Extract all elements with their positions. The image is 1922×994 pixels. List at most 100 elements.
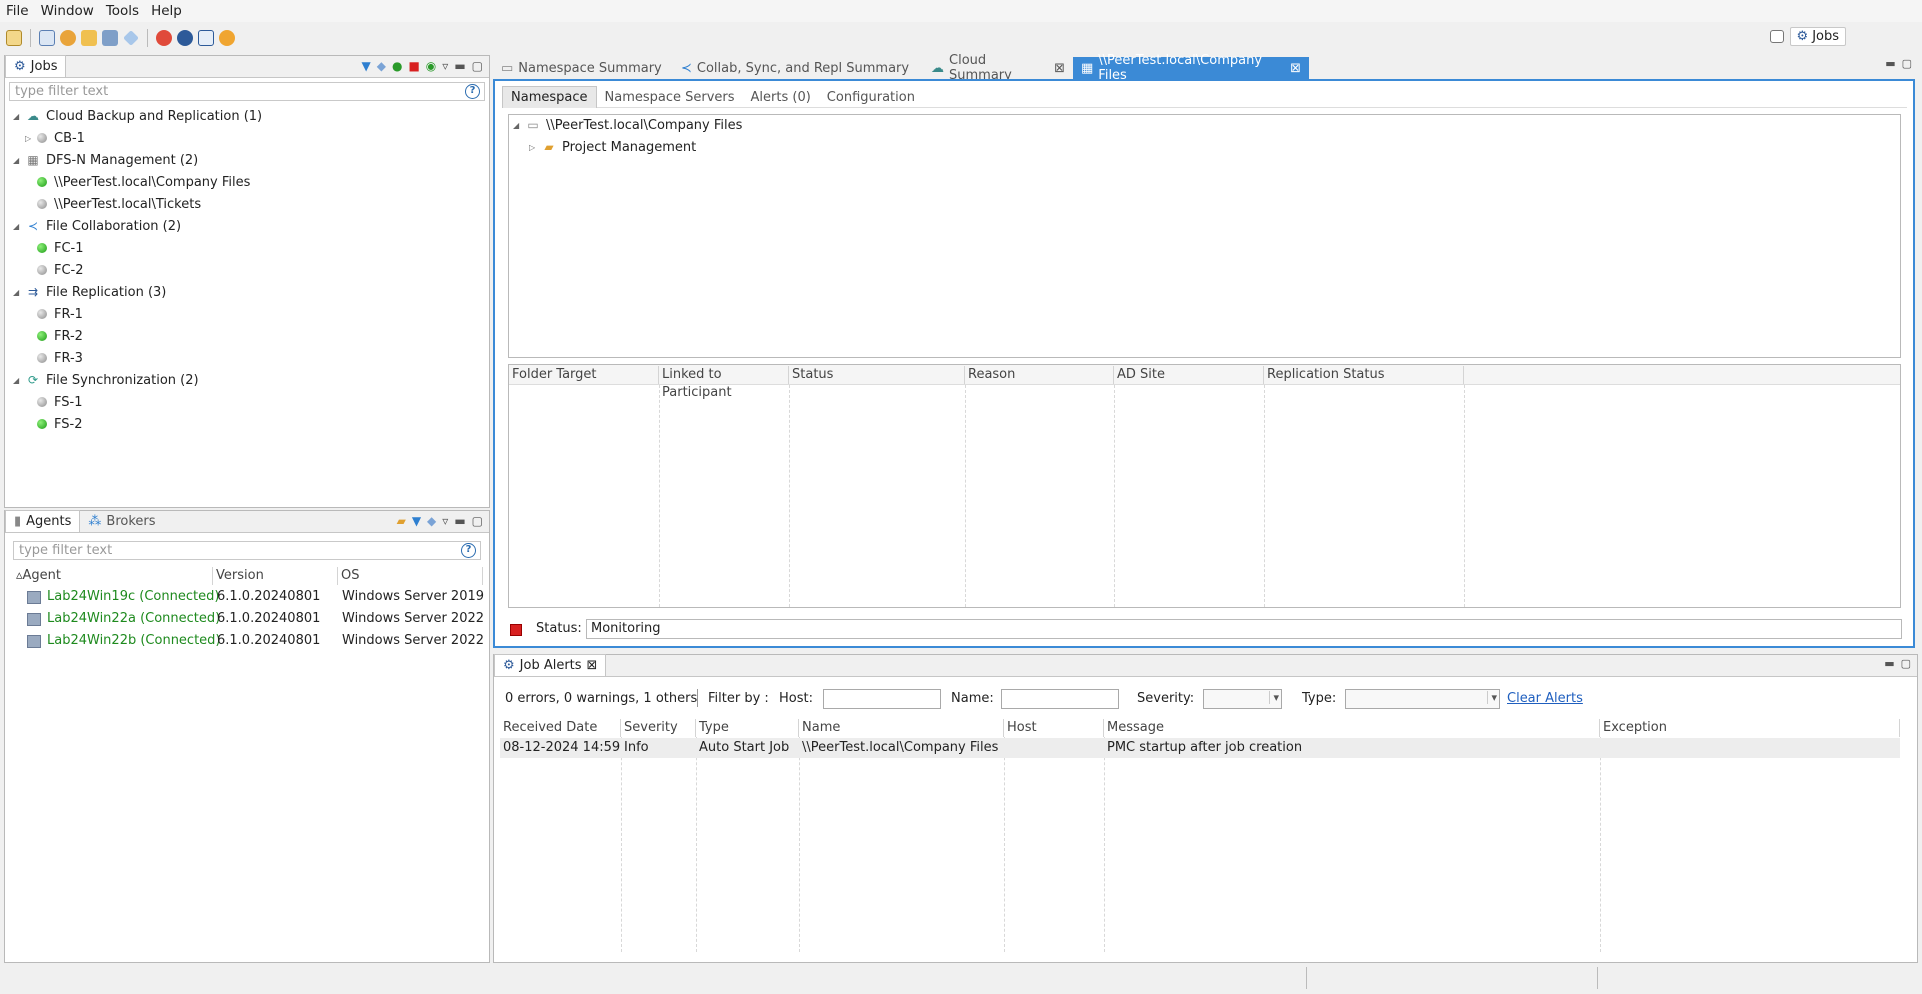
close-icon[interactable]: ⊠	[1290, 61, 1301, 76]
tab-namespace-summary[interactable]: ▭ Namespace Summary	[493, 57, 673, 79]
job-category[interactable]: ◢ ⇉ File Replication (3)	[13, 282, 166, 302]
alerts-col-5[interactable]: Message	[1104, 719, 1600, 737]
start-icon[interactable]: ●	[392, 59, 402, 73]
close-icon[interactable]: ⊠	[587, 658, 598, 673]
auto-start-icon[interactable]: ◉	[426, 59, 436, 73]
agent-name[interactable]: Lab24Win22a (Connected)	[47, 609, 220, 629]
folder-col-1[interactable]: Linked to Participant	[659, 366, 789, 400]
tab-alerts[interactable]: Alerts (0)	[743, 86, 819, 108]
tag-icon[interactable]: ◆	[377, 59, 386, 73]
alerts-col-1[interactable]: Severity	[621, 719, 696, 737]
new-job-icon[interactable]	[6, 30, 22, 46]
job-item[interactable]: FC-2	[25, 260, 84, 280]
col-version[interactable]: Version	[213, 567, 338, 585]
job-item[interactable]: FS-2	[25, 414, 82, 434]
alerts-col-0[interactable]: Received Date	[500, 719, 621, 737]
alerts-col-2[interactable]: Type	[696, 719, 799, 737]
clipboard-icon[interactable]	[198, 30, 214, 46]
col-agent[interactable]: ▵Agent	[13, 567, 213, 585]
job-category[interactable]: ◢ ▦ DFS-N Management (2)	[13, 150, 198, 170]
alert-icon[interactable]	[156, 30, 172, 46]
agent-name[interactable]: Lab24Win19c (Connected)	[47, 587, 219, 607]
folder-col-3[interactable]: Reason	[965, 366, 1114, 384]
jobs-filter-input[interactable]: type filter text?	[9, 82, 485, 101]
collapsed-icon[interactable]: ▷	[25, 134, 33, 143]
view-menu-icon[interactable]: ▿	[442, 59, 448, 73]
menu-help[interactable]: Help	[145, 3, 188, 19]
folder-col-5[interactable]: Replication Status	[1264, 366, 1464, 384]
close-icon[interactable]: ⊠	[1054, 61, 1065, 76]
folder-col-4[interactable]: AD Site	[1114, 366, 1264, 384]
expanded-icon[interactable]: ◢	[13, 156, 21, 165]
host-filter-input[interactable]	[823, 689, 941, 709]
agents-filter-input[interactable]: type filter text?	[13, 541, 481, 560]
job-category[interactable]: ◢ ☁ Cloud Backup and Replication (1)	[13, 106, 262, 126]
tab-job-alerts[interactable]: ⚙ Job Alerts ⊠	[494, 654, 607, 676]
alerts-col-6[interactable]: Exception	[1600, 719, 1900, 737]
severity-select[interactable]	[1203, 689, 1282, 709]
job-item[interactable]: FR-3	[25, 348, 83, 368]
gear-icon[interactable]	[177, 30, 193, 46]
minimize-icon[interactable]: ▬	[454, 59, 465, 73]
globe-icon[interactable]	[60, 30, 76, 46]
view-menu-icon[interactable]: ▿	[442, 514, 448, 528]
minimize-icon[interactable]: ▬	[1884, 657, 1894, 670]
open-perspective-icon[interactable]	[1769, 30, 1784, 43]
properties-icon[interactable]	[39, 30, 55, 46]
collapsed-icon[interactable]: ▷	[529, 143, 537, 152]
tab-agents[interactable]: ▮ Agents	[5, 510, 81, 532]
menu-tools[interactable]: Tools	[100, 3, 145, 19]
menu-window[interactable]: Window	[35, 3, 100, 19]
job-item[interactable]: FS-1	[25, 392, 82, 412]
job-category[interactable]: ◢ ⟳ File Synchronization (2)	[13, 370, 199, 390]
job-item[interactable]: FR-1	[25, 304, 83, 324]
search-servers-icon[interactable]	[102, 30, 118, 46]
job-item[interactable]: \\PeerTest.local\Company Files	[25, 172, 250, 192]
job-category[interactable]: ◢ ≺ File Collaboration (2)	[13, 216, 181, 236]
col-os[interactable]: OS	[338, 567, 483, 585]
expanded-icon[interactable]: ◢	[513, 121, 521, 130]
help-icon[interactable]: ?	[465, 84, 480, 99]
expanded-icon[interactable]: ◢	[13, 288, 21, 297]
clear-alerts-link[interactable]: Clear Alerts	[1507, 691, 1583, 706]
menu-file[interactable]: File	[0, 3, 35, 19]
maximize-icon[interactable]: ▢	[472, 514, 483, 528]
job-item[interactable]: \\PeerTest.local\Tickets	[25, 194, 201, 214]
expanded-icon[interactable]: ◢	[13, 376, 21, 385]
tag-icon[interactable]: ◆	[427, 514, 436, 528]
expanded-icon[interactable]: ◢	[13, 222, 21, 231]
folder-col-2[interactable]: Status	[789, 366, 965, 384]
tab-namespace-servers[interactable]: Namespace Servers	[597, 86, 743, 108]
folder-sync-icon[interactable]	[81, 30, 97, 46]
name-filter-input[interactable]	[1001, 689, 1119, 709]
namespace-child[interactable]: ▷ ▰ Project Management	[529, 137, 696, 157]
tab-jobs[interactable]: ⚙ Jobs	[5, 55, 67, 77]
tag-icon[interactable]	[123, 30, 139, 46]
alerts-col-3[interactable]: Name	[799, 719, 1004, 737]
tab-company-files[interactable]: ▦ \\PeerTest.local\Company Files ⊠	[1073, 53, 1309, 83]
stop-icon[interactable]: ■	[408, 59, 419, 73]
refresh-icon[interactable]	[219, 30, 235, 46]
expanded-icon[interactable]: ◢	[13, 112, 21, 121]
job-item[interactable]: ▷ CB-1	[25, 128, 85, 148]
tab-collab-summary[interactable]: ≺ Collab, Sync, and Repl Summary	[673, 57, 923, 79]
folder-icon[interactable]: ▰	[397, 514, 406, 528]
namespace-root[interactable]: ◢ ▭ \\PeerTest.local\Company Files	[513, 115, 742, 135]
agent-name[interactable]: Lab24Win22b (Connected)	[47, 631, 221, 651]
help-icon[interactable]: ?	[461, 543, 476, 558]
maximize-icon[interactable]: ▢	[1901, 657, 1911, 670]
tab-brokers[interactable]: ⁂ Brokers	[80, 510, 163, 532]
filter-icon[interactable]: ▼	[412, 514, 421, 528]
job-item[interactable]: FR-2	[25, 326, 83, 346]
folder-col-0[interactable]: Folder Target	[509, 366, 659, 384]
job-item[interactable]: FC-1	[25, 238, 84, 258]
alerts-col-4[interactable]: Host	[1004, 719, 1104, 737]
jobs-perspective-button[interactable]: ⚙ Jobs	[1789, 27, 1846, 46]
tab-cloud-summary[interactable]: ☁ Cloud Summary ⊠	[923, 53, 1073, 83]
minimize-icon[interactable]: ▬	[1885, 57, 1895, 70]
maximize-icon[interactable]: ▢	[1902, 57, 1912, 70]
type-select[interactable]	[1345, 689, 1500, 709]
tab-configuration[interactable]: Configuration	[819, 86, 923, 108]
maximize-icon[interactable]: ▢	[472, 59, 483, 73]
filter-icon[interactable]: ▼	[362, 59, 371, 73]
